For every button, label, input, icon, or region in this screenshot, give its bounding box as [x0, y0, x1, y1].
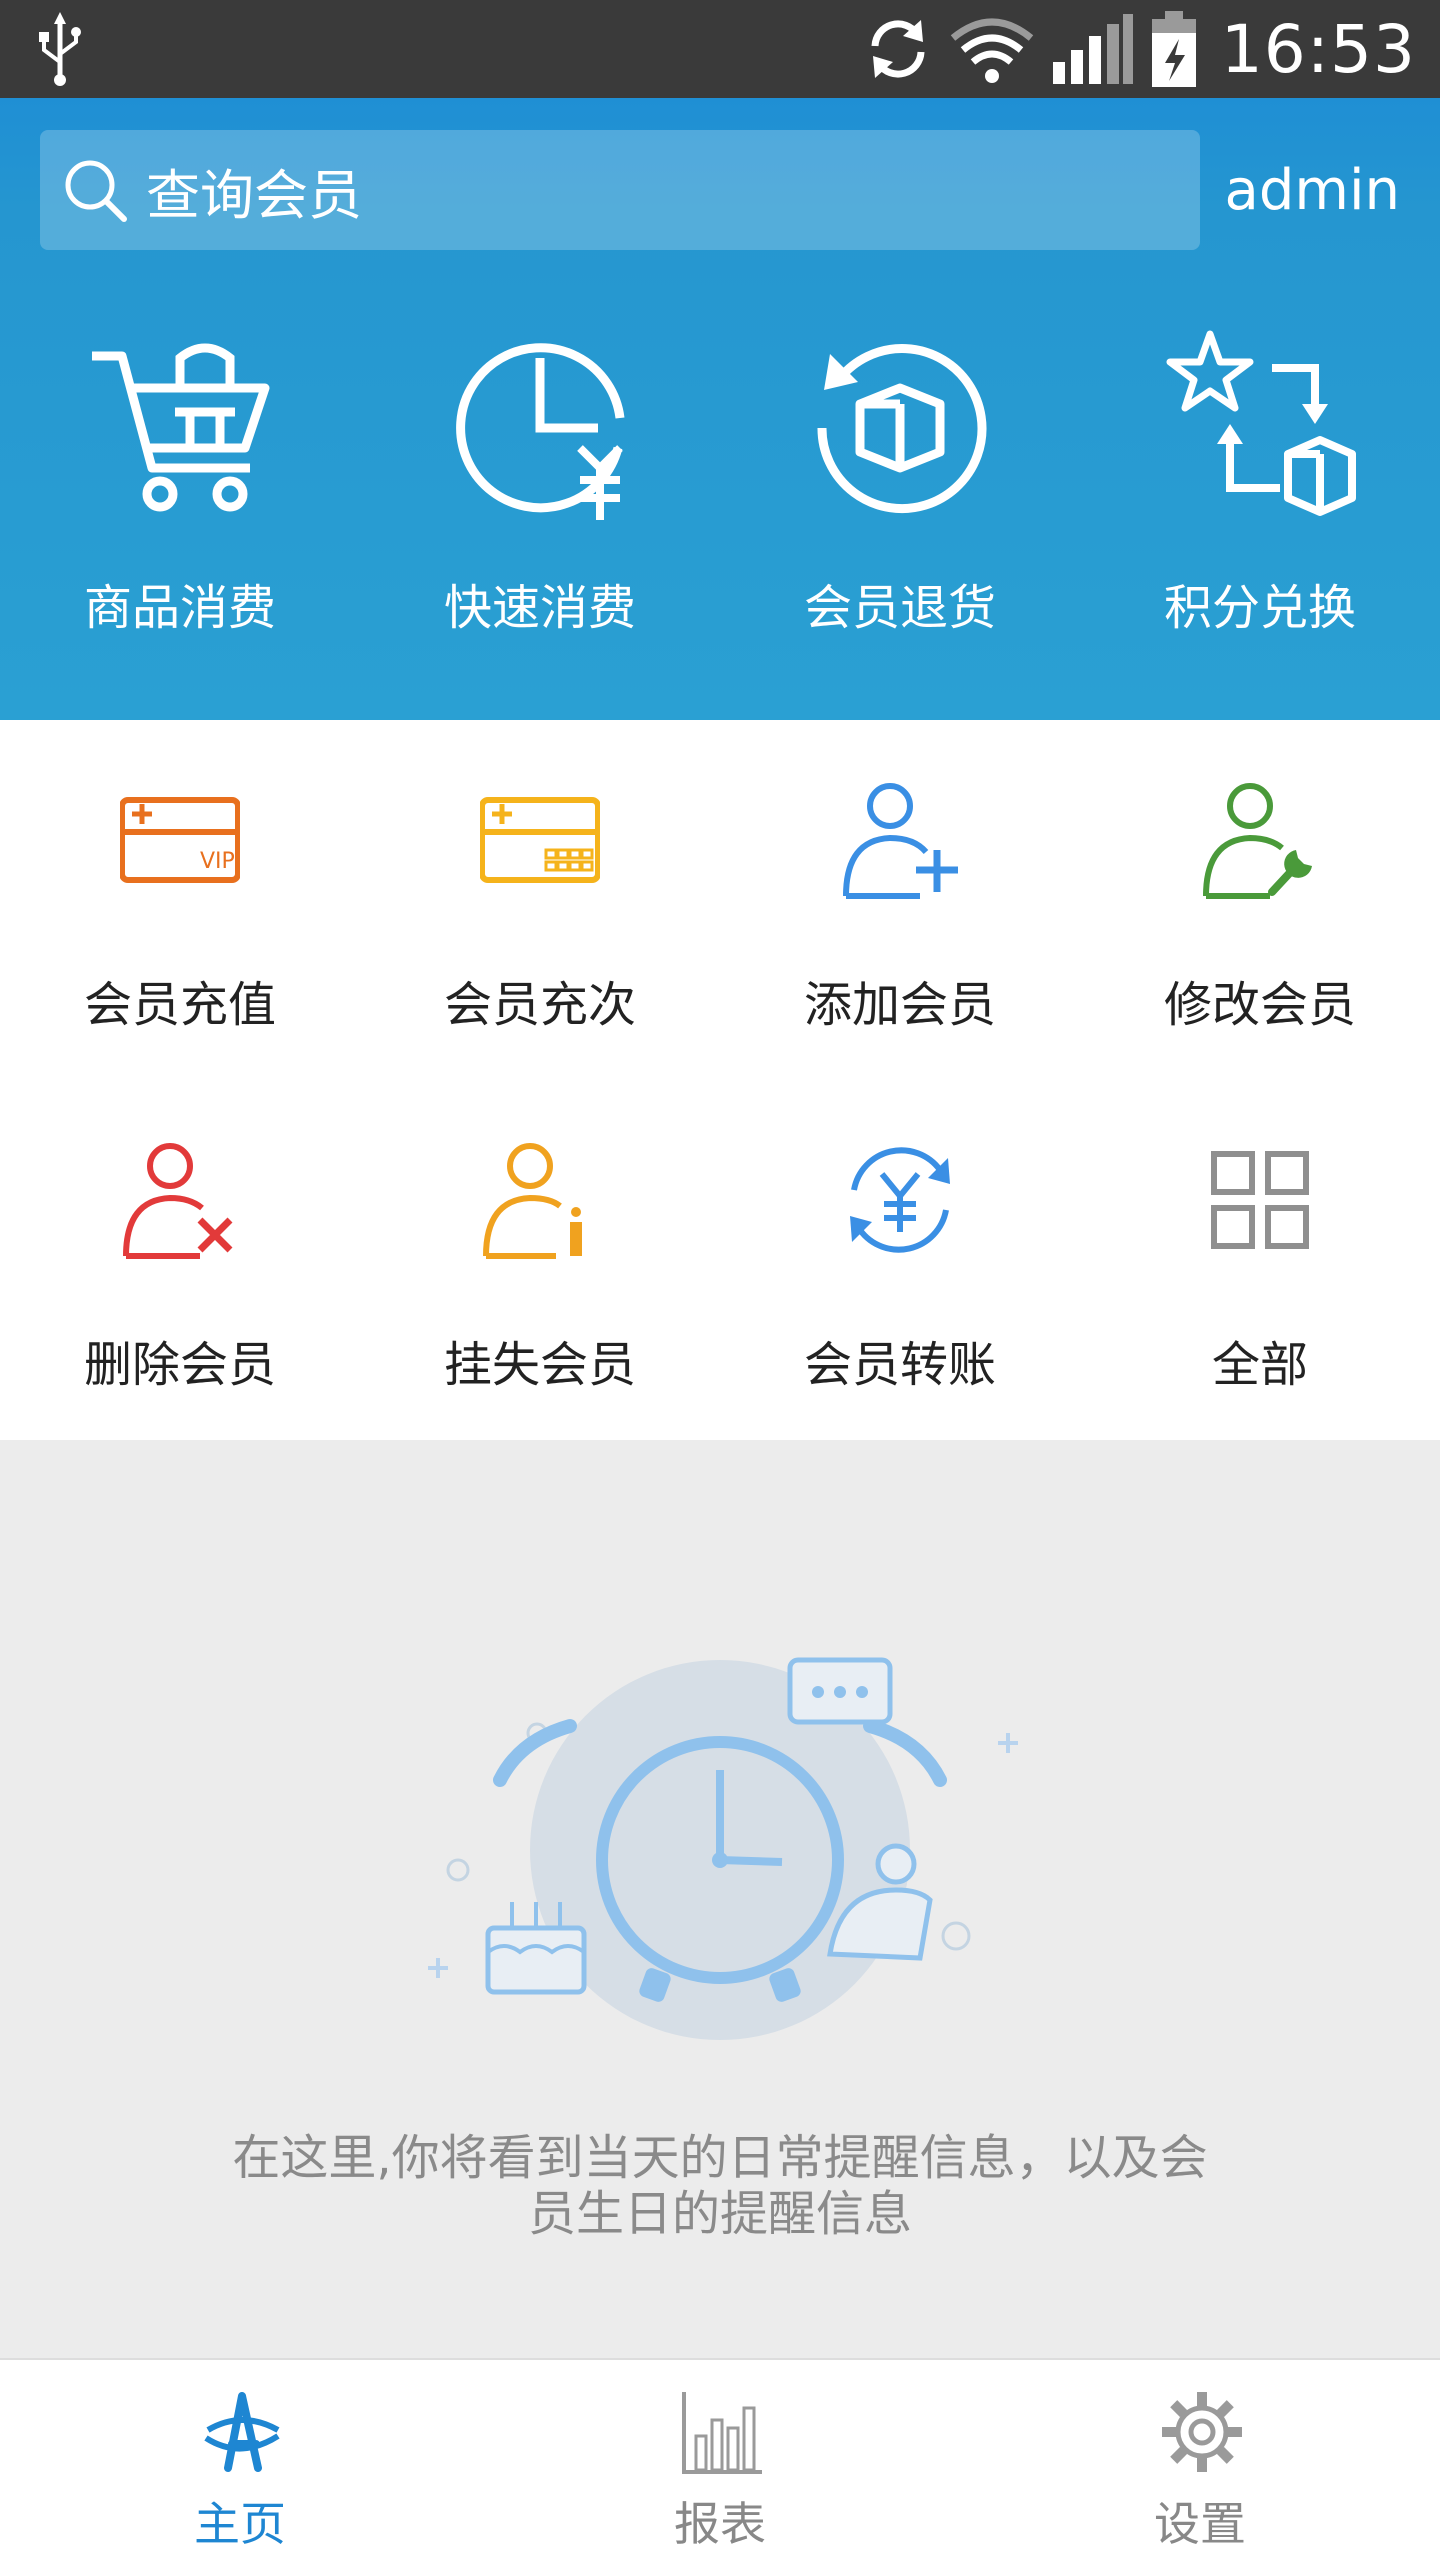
quick-action-label: 积分兑换: [1163, 580, 1356, 636]
quick-action-fast-consume[interactable]: 快速消费: [360, 328, 720, 708]
function-add-member[interactable]: 添加会员: [720, 720, 1080, 1080]
quick-action-label: 商品消费: [83, 580, 276, 636]
usb-icon: [39, 12, 81, 86]
vip-card-icon: VIP: [120, 797, 240, 883]
card-count-icon: [480, 797, 600, 883]
tab-label: 主页: [194, 2497, 286, 2551]
quick-action-label: 会员退货: [803, 580, 996, 636]
report-loss-user-icon: [483, 1143, 582, 1259]
quick-action-points-exchange[interactable]: 积分兑换: [1080, 328, 1440, 708]
bar-chart-icon: [682, 2392, 762, 2474]
svg-text:VIP: VIP: [200, 849, 235, 874]
quick-action-label: 快速消费: [443, 580, 636, 636]
function-row: VIP 会员充值 会员充次 添加会员 修改会员: [0, 720, 1440, 1080]
grid-icon: [1211, 1151, 1309, 1249]
tab-label: 报表: [674, 2497, 766, 2551]
sync-icon: [871, 20, 925, 78]
alarm-clock-illustration-icon: [428, 1657, 1018, 2040]
function-label: 会员充值: [83, 977, 276, 1033]
function-label: 挂失会员: [443, 1337, 636, 1393]
points-exchange-icon: [1166, 330, 1356, 516]
function-label: 会员转账: [803, 1337, 996, 1393]
function-label: 会员充次: [443, 977, 636, 1033]
quick-action-goods-consume[interactable]: 商品消费: [0, 328, 360, 708]
function-member-recharge[interactable]: VIP 会员充值: [0, 720, 360, 1080]
tab-settings[interactable]: 设置: [960, 2360, 1440, 2560]
wifi-icon: [950, 18, 1034, 83]
function-report-loss[interactable]: 挂失会员: [360, 1080, 720, 1440]
edit-user-icon: [1203, 783, 1312, 899]
transfer-yen-icon: [850, 1147, 950, 1253]
delete-user-icon: [123, 1143, 233, 1259]
bottom-tab-bar: 主页 报表 设置: [0, 2358, 1440, 2560]
function-all[interactable]: 全部: [1080, 1080, 1440, 1440]
function-member-transfer[interactable]: 会员转账: [720, 1080, 1080, 1440]
gear-icon: [1162, 2392, 1242, 2472]
tab-label: 设置: [1154, 2497, 1246, 2551]
header: 查询会员 admin 商品消费 快速消费 会员退货 积分兑换: [0, 98, 1440, 720]
function-label: 全部: [1211, 1337, 1308, 1393]
add-user-icon: [843, 783, 958, 899]
search-placeholder: 查询会员: [146, 163, 362, 227]
function-label: 修改会员: [1163, 977, 1356, 1033]
reminder-message-line: 员生日的提醒信息: [527, 2186, 912, 2242]
function-grid: VIP 会员充值 会员充次 添加会员 修改会员 删除会员 挂失会员 会员转账 全…: [0, 720, 1440, 1440]
reminder-message: 在这里,你将看到当天的日常提醒信息，以及会 员生日的提醒信息: [200, 2130, 1240, 2242]
function-label: 添加会员: [803, 977, 996, 1033]
cart-icon: [92, 343, 270, 512]
status-bar: 16:53: [0, 0, 1440, 98]
tab-home[interactable]: 主页: [0, 2360, 480, 2560]
return-box-icon: [817, 344, 987, 514]
user-name[interactable]: admin: [1225, 158, 1400, 223]
reminder-message-line: 在这里,你将看到当天的日常提醒信息，以及会: [232, 2130, 1208, 2186]
function-edit-member[interactable]: 修改会员: [1080, 720, 1440, 1080]
clock-time: 16:53: [1220, 10, 1416, 88]
search-icon: [65, 160, 127, 222]
tab-reports[interactable]: 报表: [480, 2360, 960, 2560]
home-logo-icon: [204, 2392, 280, 2472]
battery-charging-icon: [1151, 11, 1196, 87]
function-row: 删除会员 挂失会员 会员转账 全部: [0, 1080, 1440, 1440]
quick-actions: 商品消费 快速消费 会员退货 积分兑换: [0, 328, 1440, 708]
quick-action-member-return[interactable]: 会员退货: [720, 328, 1080, 708]
function-delete-member[interactable]: 删除会员: [0, 1080, 360, 1440]
reminder-panel: 在这里,你将看到当天的日常提醒信息，以及会 员生日的提醒信息: [0, 1440, 1440, 2360]
function-member-recharge-count[interactable]: 会员充次: [360, 720, 720, 1080]
search-input[interactable]: 查询会员: [40, 130, 1200, 250]
function-label: 删除会员: [83, 1337, 276, 1393]
signal-icon: [1052, 14, 1133, 84]
clock-yen-icon: [456, 343, 625, 520]
